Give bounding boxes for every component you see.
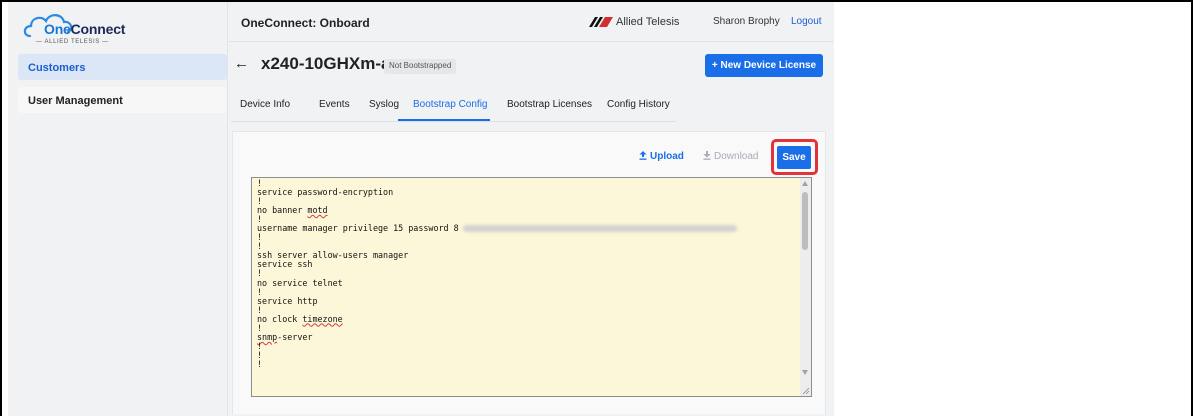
sidebar-item-label: Customers — [28, 62, 86, 74]
download-button[interactable]: Download — [703, 151, 758, 162]
config-line: ! — [257, 322, 263, 333]
sidebar-item-label: User Management — [28, 95, 123, 107]
config-line: ! — [257, 286, 263, 297]
tab-device-info[interactable]: Device Info — [240, 99, 290, 110]
device-name: x240-10GHXm-a — [261, 54, 391, 73]
upload-button[interactable]: Upload — [639, 151, 684, 162]
logo-suffix: Connect — [70, 21, 126, 37]
config-line: no service telnet — [257, 277, 343, 288]
page-title: OneConnect: Onboard — [241, 16, 370, 30]
scroll-down-icon[interactable] — [802, 370, 808, 375]
tab-syslog[interactable]: Syslog — [369, 99, 399, 110]
save-highlight-box — [771, 139, 818, 175]
sidebar: OneConnect — ALLIED TELESIS — Customers … — [8, 2, 228, 416]
config-line: ssh server allow-users manager — [257, 250, 409, 261]
scroll-thumb[interactable] — [802, 192, 808, 250]
config-line: ! — [257, 358, 263, 369]
status-badge: Not Bootstrapped — [384, 59, 457, 74]
config-line: username manager privilege 15 password 8 — [257, 224, 737, 233]
tab-bar: Device Info Events Syslog Bootstrap Conf… — [231, 95, 676, 122]
scroll-up-icon[interactable] — [802, 181, 808, 186]
tab-bootstrap-licenses[interactable]: Bootstrap Licenses — [507, 99, 592, 110]
sidebar-item-user-management[interactable]: User Management — [18, 87, 227, 113]
download-icon — [703, 151, 711, 160]
config-editor[interactable]: ! service password-encryption! no banner m… — [251, 177, 812, 397]
logo-tagline: ALLIED TELESIS — [44, 39, 100, 45]
config-line: no banner motd — [257, 205, 328, 216]
logo-prefix: One — [44, 21, 71, 37]
top-bar: OneConnect: Onboard Allied Telesis Sharo… — [229, 2, 834, 42]
oneconnect-logo: OneConnect — ALLIED TELESIS — — [22, 10, 152, 46]
active-tab-indicator — [398, 119, 490, 121]
allied-telesis-logo-icon — [589, 17, 613, 27]
logout-link[interactable]: Logout — [791, 16, 822, 27]
new-device-license-button[interactable]: + New Device License — [705, 54, 823, 77]
resize-handle-icon[interactable] — [802, 387, 810, 395]
upload-label: Upload — [650, 151, 684, 162]
editor-scrollbar[interactable] — [800, 178, 811, 396]
config-line: ! — [257, 196, 263, 207]
tab-events[interactable]: Events — [319, 99, 350, 110]
download-label: Download — [714, 151, 759, 162]
config-line: ! — [257, 349, 263, 360]
config-line: ! — [257, 340, 263, 351]
config-line: no clock timezone — [257, 313, 343, 324]
back-arrow-icon[interactable]: ← — [234, 55, 249, 72]
config-line: service http — [257, 295, 318, 306]
redacted-password — [462, 225, 737, 233]
config-text[interactable]: ! service password-encryption! no banner m… — [257, 178, 737, 369]
brand-name: Allied Telesis — [616, 16, 680, 28]
tab-config-history[interactable]: Config History — [607, 99, 670, 110]
config-line: service password-encryption — [257, 187, 394, 198]
config-line: snmp-server — [257, 331, 313, 342]
config-line: ! — [257, 232, 263, 243]
sidebar-item-customers[interactable]: Customers — [18, 54, 227, 80]
config-line: service ssh — [257, 259, 313, 270]
upload-icon — [639, 151, 647, 160]
tab-bootstrap-config[interactable]: Bootstrap Config — [413, 99, 488, 110]
user-name: Sharon Brophy — [713, 16, 780, 27]
